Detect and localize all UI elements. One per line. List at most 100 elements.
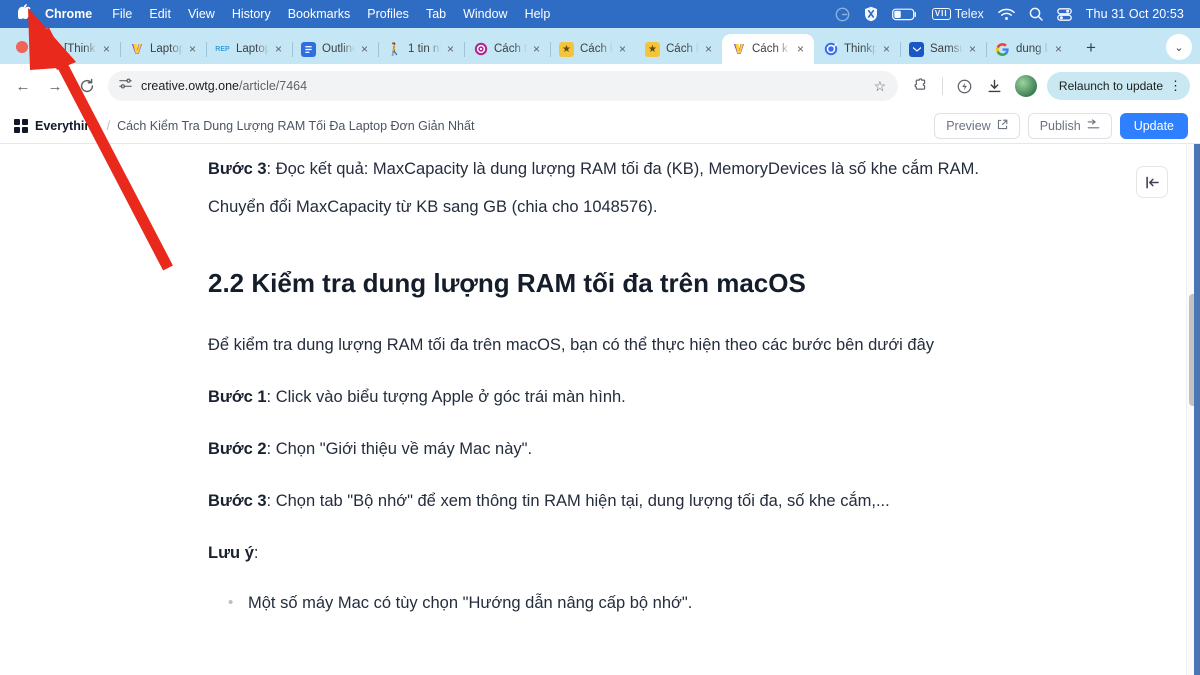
address-bar[interactable]: creative.owtg.one/article/7464 ☆ <box>108 71 898 101</box>
back-button[interactable]: ← <box>8 71 38 101</box>
battery-icon[interactable] <box>891 8 918 21</box>
tab-close-icon[interactable]: × <box>185 42 200 57</box>
list-item: Một số máy Mac có tùy chọn "Hướng dẫn nâ… <box>208 586 998 620</box>
browser-tab-5[interactable]: 🚶 1 tin nh × <box>378 34 465 64</box>
tab-title: Laptop <box>150 43 183 55</box>
browser-tab-12[interactable]: dung l × <box>986 34 1072 64</box>
search-icon[interactable] <box>1029 7 1043 21</box>
new-tab-button[interactable]: + <box>1078 35 1104 61</box>
profile-avatar[interactable] <box>1014 75 1037 97</box>
apps-grid-icon[interactable] <box>14 118 28 133</box>
relaunch-to-update-button[interactable]: Relaunch to update ⋮ <box>1046 72 1190 100</box>
menu-window[interactable]: Window <box>463 7 507 21</box>
telex-input-indicator[interactable]: VII Telex <box>931 7 984 21</box>
tab-close-icon[interactable]: × <box>615 42 630 57</box>
macos-menu-bar: Chrome File Edit View History Bookmarks … <box>0 0 1200 28</box>
performance-leaf-icon[interactable] <box>951 72 979 100</box>
tab-close-icon[interactable]: × <box>529 42 544 57</box>
browser-tab-8[interactable]: ★ Cách k × <box>636 34 723 64</box>
tab-close-icon[interactable]: × <box>271 42 286 57</box>
menu-view[interactable]: View <box>188 7 215 21</box>
article-content: Bước 3: Đọc kết quả: MaxCapacity là dung… <box>0 144 1178 675</box>
samsung-icon <box>909 41 924 57</box>
paragraph-text: : Chọn tab "Bộ nhớ" để xem thông tin RAM… <box>266 492 890 510</box>
paragraph-text: Để kiểm tra dung lượng RAM tối đa trên m… <box>208 336 934 354</box>
menu-help[interactable]: Help <box>525 7 551 21</box>
section-heading-2-2: 2.2 Kiểm tra dung lượng RAM tối đa trên … <box>208 268 806 298</box>
wifi-icon[interactable] <box>997 8 1015 21</box>
shield-icon[interactable] <box>864 6 878 22</box>
note-bullet-list: Một số máy Mac có tùy chọn "Hướng dẫn nâ… <box>208 586 998 620</box>
address-bar-url[interactable]: creative.owtg.one/article/7464 <box>141 79 307 93</box>
browser-tab-11[interactable]: Samsu × <box>900 34 987 64</box>
site-settings-icon[interactable] <box>118 76 133 96</box>
menu-edit[interactable]: Edit <box>149 7 171 21</box>
tab-list: [Think × Laptop × REP Laptop × Outline × <box>34 28 1104 64</box>
at-icon <box>473 42 488 57</box>
menubar-status-tray: VII Telex Thu 31 Oct 20:53 <box>835 6 1190 22</box>
tab-title: Laptop <box>236 43 269 55</box>
browser-tab-7[interactable]: ★ Cách k × <box>550 34 636 64</box>
paragraph-lead: Bước 3 <box>208 492 267 510</box>
tab-close-icon[interactable]: × <box>1051 42 1066 57</box>
url-path: /article/7464 <box>238 79 308 93</box>
header-actions: Preview Publish Update <box>934 112 1188 139</box>
paragraph-text: : <box>253 544 259 562</box>
extensions-icon[interactable] <box>906 72 934 100</box>
tab-close-icon[interactable]: × <box>793 42 808 57</box>
browser-tab-3[interactable]: REP Laptop × <box>206 34 293 64</box>
paragraph-lead: Bước 1 <box>208 388 267 406</box>
collapse-panel-button[interactable] <box>1136 166 1168 198</box>
tab-close-icon[interactable]: × <box>701 42 716 57</box>
paragraph-note-label: Lưu ý: <box>208 534 998 572</box>
article-viewport: Bước 3: Đọc kết quả: MaxCapacity là dung… <box>0 144 1200 675</box>
menu-chrome[interactable]: Chrome <box>45 7 92 21</box>
window-close-button[interactable] <box>16 41 28 53</box>
v-icon <box>129 42 144 57</box>
downloads-icon[interactable] <box>981 72 1009 100</box>
tab-title: dung l <box>1016 43 1048 55</box>
tab-close-icon[interactable]: × <box>357 42 372 57</box>
tab-close-icon[interactable]: × <box>443 42 458 57</box>
browser-tab-10[interactable]: Thinkp × <box>814 34 901 64</box>
update-button[interactable]: Update <box>1119 112 1188 139</box>
preview-button[interactable]: Preview <box>934 112 1020 139</box>
menubar-clock[interactable]: Thu 31 Oct 20:53 <box>1086 7 1184 21</box>
forward-button[interactable]: → <box>40 71 70 101</box>
tab-title: [Think <box>64 43 96 55</box>
telex-label: Telex <box>954 7 984 21</box>
menu-file[interactable]: File <box>112 7 132 21</box>
tab-close-icon[interactable]: × <box>99 42 114 57</box>
reload-button[interactable] <box>72 71 102 101</box>
chrome-menu-icon[interactable]: ⋮ <box>1169 78 1182 94</box>
url-host: creative.owtg.one <box>141 79 239 93</box>
apple-menu-icon[interactable] <box>17 4 32 22</box>
breadcrumb-separator: / <box>106 118 111 133</box>
toolbar-divider <box>941 77 943 95</box>
publish-button[interactable]: Publish <box>1027 112 1112 139</box>
browser-tab-6[interactable]: Cách t × <box>464 34 551 64</box>
menu-bookmarks[interactable]: Bookmarks <box>288 7 351 21</box>
tab-search-chevron-down-icon[interactable]: ⌄ <box>1166 34 1192 60</box>
notion-icon <box>43 41 58 57</box>
menu-tab[interactable]: Tab <box>426 7 446 21</box>
tab-close-icon[interactable]: × <box>879 42 894 57</box>
grammarly-icon[interactable] <box>835 7 850 22</box>
tab-title: Cách k <box>666 43 699 55</box>
browser-tab-4[interactable]: Outline × <box>292 34 379 64</box>
browser-tab-active[interactable]: Cách k × <box>722 34 814 64</box>
preview-label: Preview <box>946 118 991 133</box>
browser-tab-2[interactable]: Laptop × <box>120 34 207 64</box>
paragraph-lead: Bước 2 <box>208 440 267 458</box>
browser-tab-1[interactable]: [Think × <box>34 34 121 64</box>
doc-icon <box>301 41 316 57</box>
telex-badge: VII <box>931 8 951 20</box>
breadcrumb-current: Cách Kiểm Tra Dung Lượng RAM Tối Đa Lapt… <box>117 118 475 133</box>
control-center-icon[interactable] <box>1056 7 1072 21</box>
bookmark-star-icon[interactable]: ☆ <box>868 74 892 98</box>
menu-profiles[interactable]: Profiles <box>367 7 409 21</box>
menu-history[interactable]: History <box>232 7 271 21</box>
paragraph-step3-macos: Bước 3: Chọn tab "Bộ nhớ" để xem thông t… <box>208 482 998 520</box>
tab-close-icon[interactable]: × <box>965 42 980 57</box>
breadcrumb-root[interactable]: Everything <box>35 119 100 133</box>
